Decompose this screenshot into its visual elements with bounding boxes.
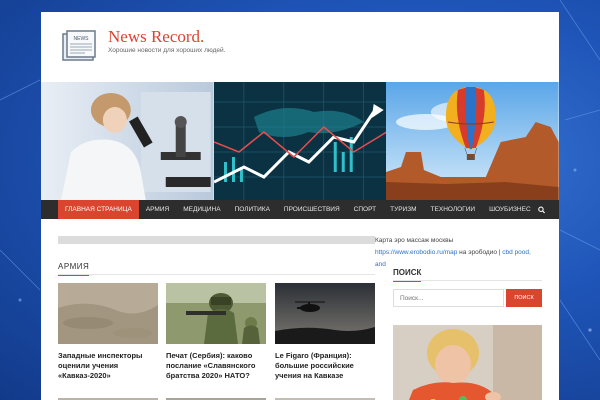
nav-item-army[interactable]: Армия: [139, 200, 176, 219]
banner-scientist-image: [41, 82, 214, 200]
article-card[interactable]: Западные инспекторы оценили учения «Кавк…: [58, 283, 158, 381]
banner-balloon-image: [386, 82, 559, 200]
article-caption[interactable]: Западные инспекторы оценили учения «Кавк…: [58, 351, 158, 381]
site-title[interactable]: News Record.: [108, 27, 204, 47]
header-banner: [41, 82, 559, 200]
nav-item-incidents[interactable]: Происшествия: [277, 200, 347, 219]
article-card[interactable]: Печат (Сербия): каково послание «Славянс…: [166, 283, 266, 381]
ad-text-block: Карта эро массаж москвы https://www.erob…: [375, 235, 543, 271]
article-thumbnail[interactable]: [275, 283, 375, 344]
article-caption[interactable]: Le Figaro (Франция): большие российские …: [275, 351, 375, 381]
site-tagline: Хорошие новости для хороших людей.: [108, 47, 226, 54]
main-nav: Главная страница Армия Медицина Политика…: [41, 200, 559, 219]
nav-item-tourism[interactable]: Туризм: [383, 200, 423, 219]
nav-item-home[interactable]: Главная страница: [58, 200, 139, 219]
page-container: NEWS News Record. Хорошие новости для хо…: [41, 12, 559, 400]
sidebar-divider: [393, 280, 542, 281]
search-icon[interactable]: [537, 205, 545, 215]
site-header: NEWS News Record. Хорошие новости для хо…: [41, 12, 559, 82]
svg-text:NEWS: NEWS: [74, 36, 90, 42]
search-button[interactable]: Поиск: [506, 289, 542, 307]
article-thumbnail[interactable]: [58, 283, 158, 344]
nav-item-sport[interactable]: Спорт: [347, 200, 383, 219]
article-thumbnail[interactable]: [166, 283, 266, 344]
nav-item-technology[interactable]: Технологии: [424, 200, 483, 219]
banner-finance-image: [213, 82, 387, 200]
nav-item-medicine[interactable]: Медицина: [176, 200, 227, 219]
sidebar-photo[interactable]: [393, 325, 542, 400]
article-caption[interactable]: Печат (Сербия): каково послание «Славянс…: [166, 351, 266, 381]
ad-link-map[interactable]: https://www.erobodio.ru/map: [375, 249, 457, 256]
search-input[interactable]: [393, 289, 504, 307]
ad-placeholder: [58, 236, 375, 244]
ad-line-1: Карта эро массаж москвы: [375, 237, 454, 244]
ad-line-2: на эрободио |: [457, 249, 503, 256]
nav-item-politics[interactable]: Политика: [228, 200, 277, 219]
nav-item-showbiz[interactable]: Шоубизнес: [482, 200, 538, 219]
article-card[interactable]: Le Figaro (Франция): большие российские …: [275, 283, 375, 381]
section-divider: [58, 274, 375, 275]
newspaper-logo-icon[interactable]: NEWS: [61, 30, 97, 64]
